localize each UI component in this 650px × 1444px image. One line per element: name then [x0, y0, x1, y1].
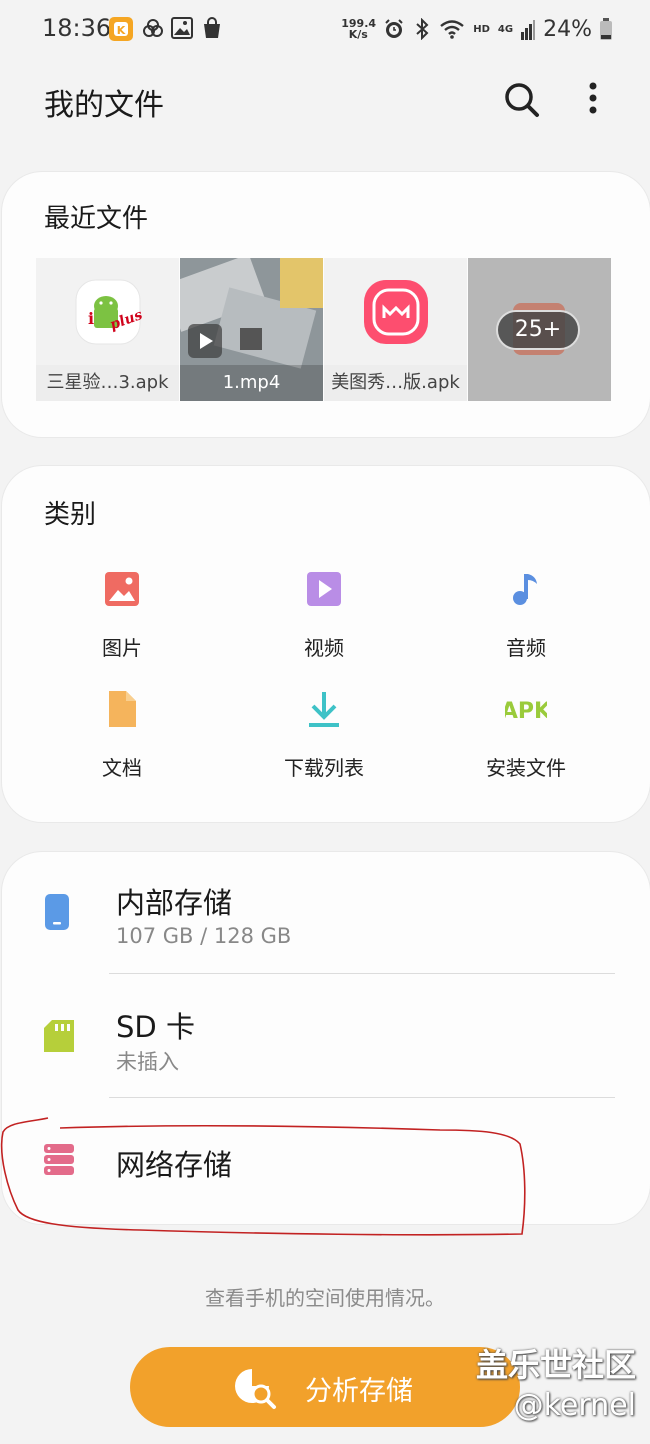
- battery-percent: 24%: [543, 16, 592, 42]
- category-downloads[interactable]: 下载列表: [224, 688, 424, 781]
- signal-icon: [521, 20, 536, 40]
- wifi-icon: [440, 20, 465, 39]
- download-icon: [309, 692, 339, 727]
- recent-more-thumb[interactable]: 25+: [468, 258, 611, 401]
- server-icon: [44, 1144, 74, 1175]
- music-note-icon: [513, 574, 537, 605]
- shopping-bag-icon: [204, 17, 220, 38]
- video-icon: [307, 572, 341, 606]
- category-install-files[interactable]: APK 安装文件: [426, 688, 626, 781]
- category-videos[interactable]: 视频: [224, 568, 424, 661]
- category-label: 音频: [506, 636, 546, 660]
- image-icon: [105, 572, 139, 606]
- watermark-brand: 盖乐世社区: [475, 1346, 636, 1384]
- categories-card: 类别 图片 视频 音频 文档 下载列表 APK 安装文件: [2, 466, 650, 822]
- analyze-storage-button[interactable]: 分析存储: [130, 1347, 520, 1427]
- gallery-icon: [171, 17, 193, 39]
- status-bar: 18:36 K 199.4 K/s HD 4G 24%: [0, 0, 650, 58]
- apk-icon-text: APK: [505, 699, 547, 724]
- storage-name: SD 卡: [116, 1010, 195, 1044]
- storage-usage: 107 GB / 128 GB: [116, 924, 292, 948]
- categories-title: 类别: [44, 500, 97, 530]
- recent-file-name: 1.mp4: [180, 365, 323, 401]
- storage-internal[interactable]: 内部存储 107 GB / 128 GB: [2, 852, 650, 972]
- storage-name: 内部存储: [116, 886, 233, 920]
- recent-files-card: 最近文件 plus i 三星验…3.apk 1.mp4 美图秀…版.apk 25…: [2, 172, 650, 437]
- more-vertical-icon[interactable]: [578, 78, 608, 122]
- meitu-app-icon: [364, 280, 428, 344]
- apk-icon: plus i: [75, 279, 145, 345]
- status-right: 199.4 K/s HD 4G 24%: [341, 12, 612, 46]
- cloud-sync-icon: [143, 19, 163, 37]
- recent-file-thumb[interactable]: plus i 三星验…3.apk: [36, 258, 179, 401]
- recent-files-title: 最近文件: [44, 204, 149, 234]
- storage-card: 内部存储 107 GB / 128 GB SD 卡 未插入 网络存储: [2, 852, 650, 1224]
- alarm-icon: [385, 19, 403, 38]
- category-images[interactable]: 图片: [22, 568, 222, 661]
- svg-text:i: i: [88, 309, 94, 328]
- status-time: 18:36: [42, 14, 112, 42]
- apk-icon: APK: [505, 699, 547, 724]
- net-speed: 199.4 K/s: [341, 17, 377, 41]
- sd-card-icon: [44, 1020, 74, 1052]
- recent-file-thumb[interactable]: 1.mp4: [180, 258, 323, 401]
- category-documents[interactable]: 文档: [22, 688, 222, 781]
- category-label: 图片: [102, 636, 142, 660]
- recent-file-name: 三星验…3.apk: [36, 365, 179, 401]
- more-files-badge: 25+: [496, 310, 580, 350]
- recent-file-thumb[interactable]: 美图秀…版.apk: [324, 258, 467, 401]
- storage-name: 网络存储: [116, 1148, 233, 1182]
- category-label: 文档: [102, 756, 142, 780]
- storage-network[interactable]: 网络存储: [2, 1098, 650, 1218]
- 4g-badge: 4G: [497, 23, 514, 35]
- category-audio[interactable]: 音频: [426, 568, 626, 661]
- storage-analysis-icon: [235, 1369, 276, 1409]
- storage-hint: 查看手机的空间使用情况。: [205, 1286, 445, 1310]
- storage-sd-card[interactable]: SD 卡 未插入: [2, 974, 650, 1094]
- bluetooth-icon: [416, 18, 429, 40]
- kuaikan-app-icon: K: [109, 17, 133, 41]
- search-icon[interactable]: [500, 78, 544, 122]
- svg-text:K: K: [117, 24, 126, 37]
- storage-status: 未插入: [116, 1050, 179, 1074]
- phone-icon: [45, 894, 69, 930]
- analyze-storage-label: 分析存储: [305, 1376, 413, 1407]
- page-title: 我的文件: [44, 88, 164, 123]
- battery-icon: [600, 18, 612, 40]
- document-icon: [109, 691, 136, 727]
- category-label: 下载列表: [284, 756, 364, 780]
- hd-badge: HD: [473, 23, 490, 35]
- category-label: 视频: [304, 636, 344, 660]
- watermark-user: @kernel: [513, 1388, 636, 1423]
- recent-file-name: 美图秀…版.apk: [324, 365, 467, 401]
- play-icon: [188, 324, 222, 358]
- category-label: 安装文件: [486, 756, 566, 780]
